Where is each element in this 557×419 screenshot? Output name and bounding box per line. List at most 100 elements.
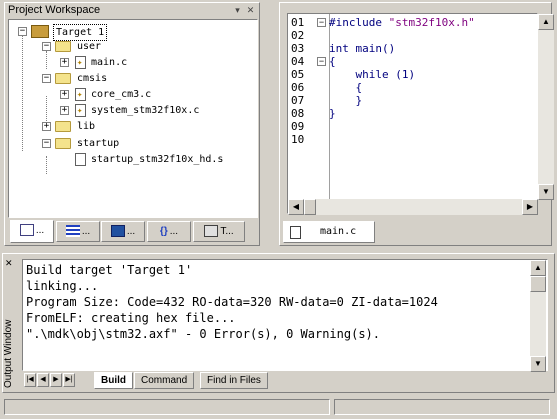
expand-icon[interactable]: + (60, 58, 69, 67)
line-number: 06 (291, 81, 305, 94)
tab-main-c[interactable]: main.c (283, 221, 375, 243)
close-icon[interactable]: ✕ (5, 258, 13, 269)
expand-icon[interactable]: + (42, 122, 51, 131)
first-tab-icon[interactable]: |◀ (24, 373, 36, 387)
output-line: linking... (26, 279, 99, 293)
tab-find-in-files[interactable]: Find in Files (200, 372, 268, 389)
tree-item-main-c[interactable]: + main.c (9, 55, 209, 71)
editor-horizontal-scrollbar[interactable]: ◀ ▶ (288, 199, 538, 215)
output-line: Build target 'Target 1' (26, 263, 193, 277)
tab-books[interactable]: ... (101, 221, 145, 242)
tree-item-lib[interactable]: + lib (9, 119, 209, 134)
scroll-down-icon[interactable]: ▼ (530, 356, 546, 372)
code-line[interactable]: while (1) (329, 68, 415, 81)
scroll-thumb[interactable] (530, 276, 546, 292)
line-number: 08 (291, 107, 305, 120)
code-line[interactable]: } (329, 94, 362, 107)
line-number: 07 (291, 94, 305, 107)
previous-tab-icon[interactable]: ◀ (37, 373, 49, 387)
build-output[interactable]: Build target 'Target 1' linking... Progr… (22, 259, 548, 371)
output-line: FromELF: creating hex file... (26, 311, 236, 325)
collapse-icon[interactable]: − (42, 139, 51, 148)
output-window-title: Output Window (3, 319, 14, 388)
expand-icon[interactable]: + (60, 106, 69, 115)
tree-item-target-1[interactable]: − Target 1 (9, 24, 209, 41)
tree-item-startup-stm32f10x-hd-s[interactable]: startup_stm32f10x_hd.s (9, 152, 254, 167)
output-line: ".\mdk\obj\stm32.axf" - 0 Error(s), 0 Wa… (26, 327, 381, 341)
tab-label: main.c (320, 226, 357, 237)
code-line[interactable]: { (329, 81, 362, 94)
code-string: "stm32f10x.h" (388, 16, 475, 29)
status-bar (2, 397, 555, 417)
tab-label: ... (169, 226, 179, 237)
output-vertical-scrollbar[interactable]: ▲ ▼ (530, 260, 546, 372)
collapse-icon[interactable]: − (42, 42, 51, 51)
tree-item-system-stm32f10x-c[interactable]: + system_stm32f10x.c (9, 103, 239, 119)
line-number: 05 (291, 68, 305, 81)
code-editor[interactable]: 01 02 03 04 05 06 07 08 09 10 − − #inclu… (287, 13, 554, 215)
code-line[interactable]: int main() (329, 42, 395, 55)
tab-files[interactable]: ... (10, 220, 54, 243)
folder-icon (55, 73, 71, 84)
status-panel (4, 399, 330, 415)
code-line[interactable]: #include "stm32f10x.h" (329, 16, 475, 29)
registers-icon (65, 225, 80, 238)
output-tabs: |◀ ◀ ▶ ▶| Build Command Find in Files (22, 372, 548, 390)
last-tab-icon[interactable]: ▶| (63, 373, 75, 387)
scroll-thumb[interactable] (304, 199, 316, 215)
line-number: 09 (291, 120, 305, 133)
fold-collapse-icon[interactable]: − (317, 18, 326, 27)
line-number: 10 (291, 133, 305, 146)
project-workspace-titlebar[interactable]: Project Workspace ▾ ✕ (4, 3, 258, 18)
line-number-gutter: 01 02 03 04 05 06 07 08 09 10 − − (288, 14, 330, 199)
line-number: 04 (291, 55, 305, 68)
target-icon (31, 25, 49, 38)
scroll-right-icon[interactable]: ▶ (522, 199, 538, 215)
editor-vertical-scrollbar[interactable]: ▲ ▼ (538, 14, 554, 200)
tab-registers[interactable]: ... (56, 221, 100, 242)
tree-item-core-cm3-c[interactable]: + core_cm3.c (9, 87, 209, 103)
tree-item-cmsis[interactable]: − cmsis (9, 71, 209, 86)
file-icon (75, 104, 86, 119)
templates-icon (204, 225, 219, 238)
tree-item-label: core_cm3.c (91, 89, 152, 100)
code-line[interactable]: } (329, 107, 336, 120)
status-panel (334, 399, 550, 415)
scroll-up-icon[interactable]: ▲ (538, 14, 554, 30)
scroll-left-icon[interactable]: ◀ (288, 199, 304, 215)
tab-command[interactable]: Command (134, 372, 195, 389)
functions-icon: {} (159, 226, 168, 237)
file-icon (75, 56, 86, 71)
scroll-up-icon[interactable]: ▲ (530, 260, 546, 276)
tab-functions[interactable]: {}... (147, 221, 191, 242)
folder-icon (55, 41, 71, 52)
line-number: 01 (291, 16, 305, 29)
collapse-icon[interactable]: − (42, 74, 51, 83)
tree-item-label: startup (77, 138, 120, 149)
scroll-down-icon[interactable]: ▼ (538, 184, 554, 200)
expand-icon[interactable]: + (60, 90, 69, 99)
tree-item-label: user (77, 41, 102, 52)
pin-menu-icon[interactable]: ▾ (232, 5, 243, 16)
collapse-icon[interactable]: − (18, 27, 27, 36)
output-window-titlebar[interactable]: ✕ Output Window (2, 256, 19, 390)
next-tab-icon[interactable]: ▶ (50, 373, 62, 387)
folder-icon (55, 138, 71, 149)
code-line[interactable]: { (329, 55, 336, 68)
close-icon[interactable]: ✕ (245, 5, 256, 16)
books-icon (110, 225, 125, 238)
tree-item-label: lib (77, 121, 96, 132)
fold-collapse-icon[interactable]: − (317, 57, 326, 66)
tree-item-label: main.c (91, 57, 128, 68)
tab-build[interactable]: Build (94, 372, 133, 389)
tree-item-startup[interactable]: − startup (9, 136, 209, 151)
tab-label: ... (81, 226, 91, 237)
project-tree[interactable]: − Target 1 − user + main.c − cmsis + cor… (8, 19, 258, 218)
files-icon (19, 224, 34, 237)
code-text: #include (329, 16, 389, 29)
file-icon (75, 88, 86, 103)
tree-item-user[interactable]: − user (9, 39, 209, 54)
output-line: Program Size: Code=432 RO-data=320 RW-da… (26, 295, 438, 309)
tab-label: ... (35, 225, 45, 236)
tab-templates[interactable]: T... (193, 221, 245, 242)
